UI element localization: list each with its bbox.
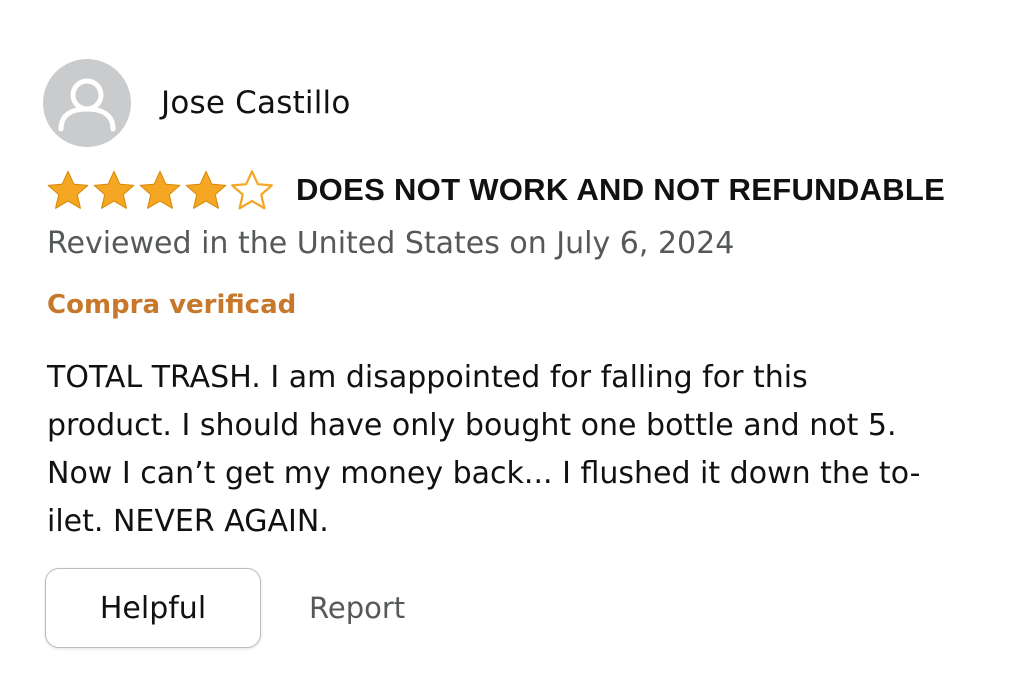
review-text-line: ilet. NEVER AGAIN. <box>47 504 329 539</box>
review-text: TOTAL TRASH. I am disappointed for falli… <box>47 354 997 546</box>
avatar <box>43 59 131 147</box>
review-text-line: Now I can’t get my money back... I flush… <box>47 456 921 491</box>
rating-row: DOES NOT WORK AND NOT REFUNDABLE <box>46 165 945 215</box>
verified-purchase-badge: Compra verificad <box>47 290 297 320</box>
star-filled-icon <box>92 169 136 211</box>
star-empty-icon <box>230 169 274 211</box>
star-filled-icon <box>184 169 228 211</box>
star-filled-icon <box>138 169 182 211</box>
review-title[interactable]: DOES NOT WORK AND NOT REFUNDABLE <box>296 172 945 208</box>
review-date: Reviewed in the United States on July 6,… <box>47 226 735 261</box>
default-user-icon <box>58 78 116 132</box>
review-card: Jose Castillo DOES NOT WORK AND NOT REFU… <box>0 0 1024 683</box>
helpful-button[interactable]: Helpful <box>45 568 261 648</box>
reviewer-name: Jose Castillo <box>161 85 351 121</box>
star-filled-icon <box>46 169 90 211</box>
review-actions: Helpful Report <box>45 568 405 648</box>
report-link[interactable]: Report <box>309 591 405 625</box>
star-rating <box>46 169 274 211</box>
review-text-line: product. I should have only bought one b… <box>47 408 897 443</box>
review-text-line: TOTAL TRASH. I am disappointed for falli… <box>47 360 808 395</box>
reviewer-profile: Jose Castillo <box>43 59 351 147</box>
